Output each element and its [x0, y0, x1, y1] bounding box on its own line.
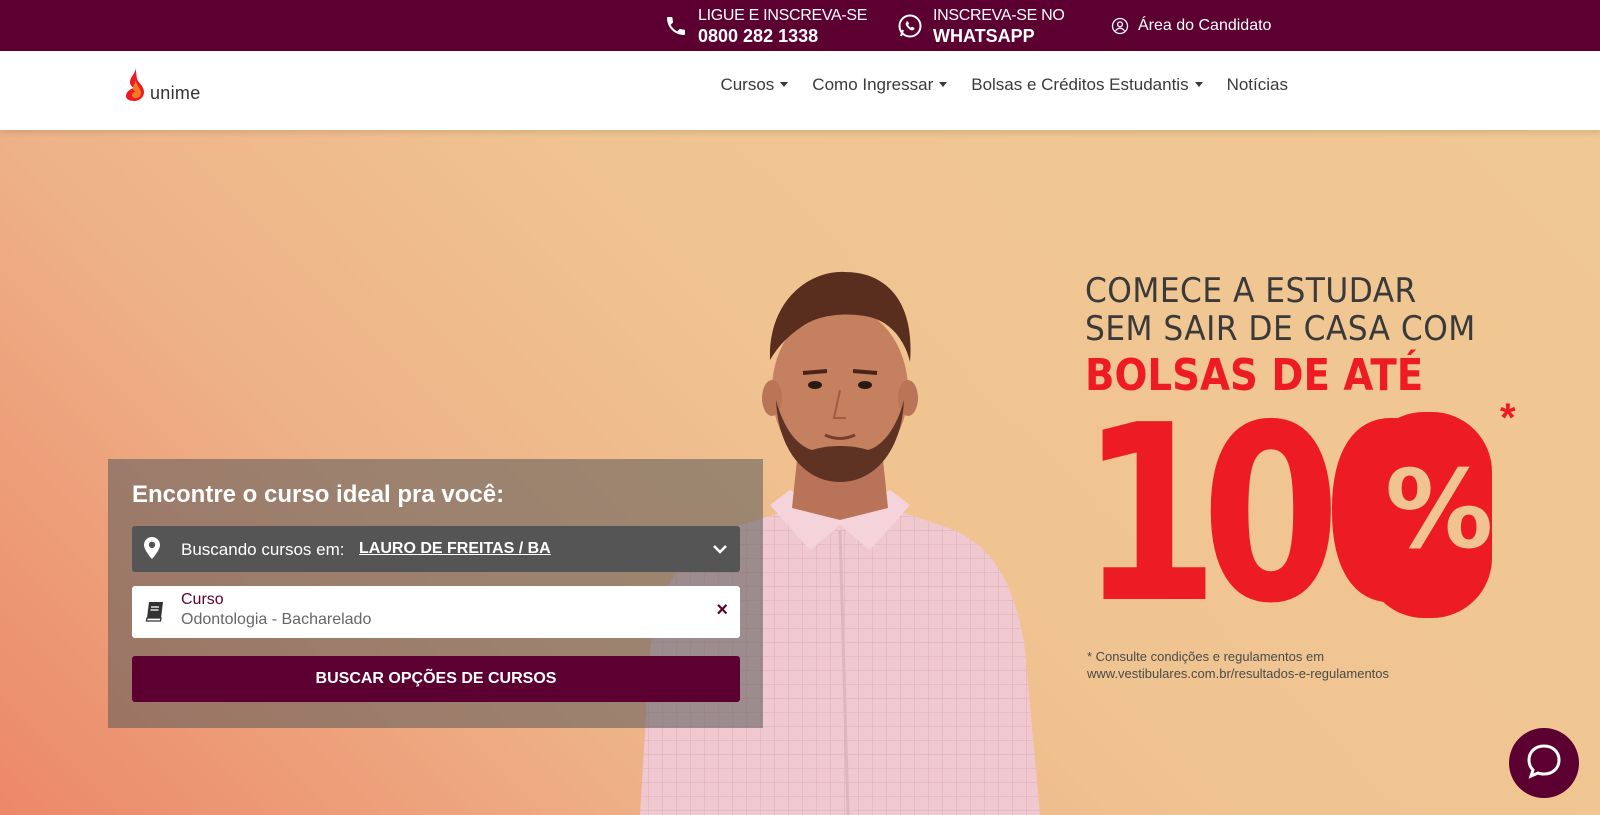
- nav-item-cursos[interactable]: Cursos: [720, 74, 789, 95]
- whatsapp-icon: [897, 13, 923, 39]
- hero-banner: COMECE A ESTUDAR SEM SAIR DE CASA COM BO…: [0, 130, 1600, 815]
- map-pin-icon: [144, 537, 160, 564]
- course-search-panel: Encontre o curso ideal pra você: Buscand…: [108, 459, 763, 728]
- whatsapp-contact[interactable]: INSCREVA-SE NO WHATSAPP: [897, 0, 1065, 51]
- whatsapp-cta-label: INSCREVA-SE NO: [933, 6, 1065, 24]
- phone-number[interactable]: 0800 282 1338: [698, 26, 867, 47]
- nav-item-bolsas[interactable]: Bolsas e Créditos Estudantis: [971, 74, 1203, 95]
- location-label: Buscando cursos em:: [181, 540, 345, 559]
- flame-icon: [124, 66, 146, 107]
- disclaimer: * Consulte condições e regulamentos em w…: [1087, 648, 1389, 682]
- nav-menu: Cursos Como Ingressar Bolsas e Créditos …: [696, 51, 1288, 118]
- logo[interactable]: unime: [124, 66, 201, 107]
- chevron-down-icon[interactable]: [712, 542, 728, 560]
- nav-item-noticias[interactable]: Notícias: [1227, 75, 1288, 95]
- disclaimer-line-1: * Consulte condições e regulamentos em: [1087, 649, 1325, 664]
- nav-item-label: Notícias: [1226, 74, 1288, 94]
- chat-bubble-icon: [1524, 741, 1564, 786]
- promo-percentage: 100 % *: [1080, 393, 1523, 637]
- chat-button[interactable]: [1509, 728, 1579, 798]
- course-value[interactable]: Odontologia - Bacharelado: [181, 611, 371, 629]
- percent-sign: %: [1385, 448, 1494, 573]
- logo-text: unime: [150, 83, 201, 103]
- candidate-area-link[interactable]: Área do Candidato: [1111, 0, 1271, 51]
- disclaimer-url[interactable]: www.vestibulares.com.br/resultados-e-reg…: [1087, 665, 1389, 682]
- clear-icon[interactable]: ×: [716, 599, 728, 622]
- caret-down-icon: [939, 82, 948, 87]
- caret-down-icon: [780, 82, 789, 87]
- main-nav: unime Cursos Como Ingressar Bolsas e Cré…: [0, 51, 1600, 130]
- phone-cta-label: LIGUE E INSCREVA-SE: [698, 6, 868, 24]
- headline-line-2: SEM SAIR DE CASA COM: [1085, 309, 1476, 349]
- nav-item-label: Bolsas e Créditos Estudantis: [971, 74, 1189, 94]
- user-circle-icon: [1111, 17, 1129, 35]
- nav-item-label: Cursos: [720, 74, 775, 94]
- book-icon: [144, 600, 166, 627]
- candidate-area-label: Área do Candidato: [1138, 16, 1272, 34]
- course-field[interactable]: Curso Odontologia - Bacharelado ×: [132, 586, 740, 638]
- search-courses-button[interactable]: BUSCAR OPÇÕES DE CURSOS: [132, 656, 740, 702]
- location-value[interactable]: LAURO DE FREITAS / BA: [359, 540, 551, 558]
- phone-icon: [664, 14, 688, 38]
- nav-item-label: Como Ingressar: [812, 74, 934, 94]
- phone-contact[interactable]: LIGUE E INSCREVA-SE 0800 282 1338: [664, 0, 867, 51]
- search-title: Encontre o curso ideal pra você:: [132, 481, 505, 508]
- top-bar: LIGUE E INSCREVA-SE 0800 282 1338 INSCRE…: [0, 0, 1600, 51]
- whatsapp-label[interactable]: WHATSAPP: [933, 26, 1065, 47]
- course-label: Curso: [181, 591, 224, 608]
- caret-down-icon: [1194, 82, 1203, 87]
- location-selector[interactable]: Buscando cursos em: LAURO DE FREITAS / B…: [132, 526, 740, 572]
- nav-item-como-ingressar[interactable]: Como Ingressar: [812, 74, 948, 95]
- headline-line-1: COMECE A ESTUDAR: [1085, 271, 1417, 311]
- asterisk-mark: *: [1500, 396, 1516, 440]
